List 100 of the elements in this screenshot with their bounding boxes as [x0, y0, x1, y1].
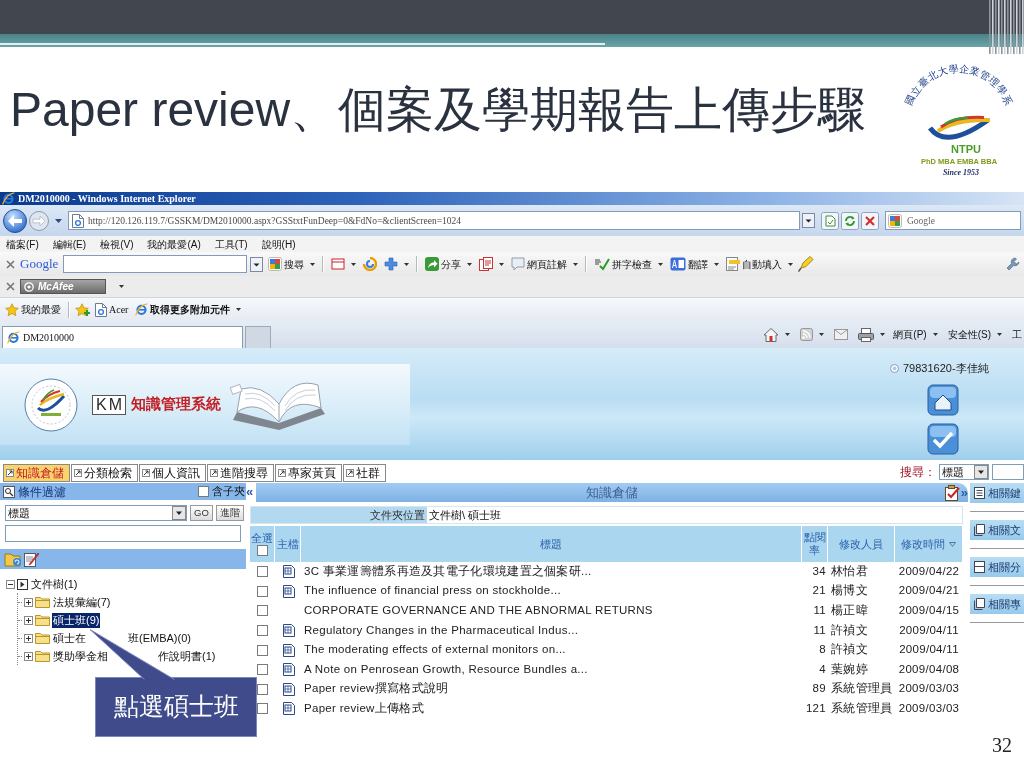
- edit-icon[interactable]: [24, 551, 39, 567]
- row-checkbox[interactable]: [257, 625, 268, 637]
- favorite-link[interactable]: Acer: [93, 299, 131, 320]
- feed-icon[interactable]: [800, 328, 814, 341]
- row-checkbox[interactable]: [257, 664, 268, 676]
- mail-icon[interactable]: [834, 329, 849, 340]
- document-icon[interactable]: [281, 682, 295, 696]
- document-icon[interactable]: [281, 702, 295, 716]
- row-checkbox[interactable]: [257, 644, 268, 656]
- document-title[interactable]: Paper review上傳格式: [304, 702, 424, 716]
- expand-icon[interactable]: [24, 597, 33, 607]
- search-button[interactable]: 搜尋: [266, 254, 318, 274]
- back-icon[interactable]: [3, 208, 27, 233]
- document-title[interactable]: The moderating effects of external monitors on...: [304, 643, 566, 658]
- home-icon[interactable]: [763, 327, 780, 342]
- caret-icon[interactable]: [819, 333, 825, 336]
- menu-item[interactable]: 編輯(E): [52, 236, 87, 252]
- search-field[interactable]: Google: [885, 211, 1021, 230]
- document-icon[interactable]: [281, 643, 295, 657]
- checkbox[interactable]: [198, 486, 209, 497]
- related-tab[interactable]: 相關鍵: [970, 483, 1024, 503]
- related-tab[interactable]: 相關分: [970, 557, 1024, 577]
- home-icon[interactable]: [927, 383, 959, 416]
- safety-menu-button[interactable]: 安全性(S): [945, 324, 1004, 345]
- column-header[interactable]: 修改時間: [901, 537, 945, 551]
- nav-tab[interactable]: 個人資訊: [139, 464, 206, 482]
- favorite-link[interactable]: 取得更多附加元件: [133, 299, 244, 320]
- row-checkbox[interactable]: [257, 585, 268, 597]
- column-header[interactable]: 標題: [540, 537, 562, 551]
- caret-icon[interactable]: [119, 285, 124, 288]
- document-title[interactable]: 3C 事業運籌體系再造及其電子化環境建置之個案研...: [304, 564, 592, 579]
- autofill-button[interactable]: 自動填入: [724, 254, 796, 274]
- tree-item[interactable]: 班(EMBA)(0): [127, 630, 192, 646]
- caret-icon[interactable]: [785, 333, 791, 336]
- page-menu-button[interactable]: 網頁(P): [891, 324, 940, 345]
- check-icon[interactable]: [927, 422, 959, 455]
- add-favorite-icon[interactable]: [75, 302, 90, 317]
- related-tab[interactable]: 相關文: [970, 520, 1024, 540]
- tree-item[interactable]: 文件樹(1): [30, 576, 79, 592]
- printer-icon[interactable]: [858, 327, 875, 342]
- field-dropdown[interactable]: 標題: [5, 505, 187, 521]
- menu-item[interactable]: 檢視(V): [100, 236, 134, 252]
- toolbar-search-field[interactable]: [63, 255, 248, 273]
- close-icon[interactable]: [6, 282, 15, 291]
- nav-tab[interactable]: 進階搜尋: [207, 464, 274, 482]
- row-checkbox[interactable]: [257, 605, 268, 617]
- caret-icon[interactable]: [880, 333, 886, 336]
- document-icon[interactable]: [281, 624, 295, 638]
- document-title[interactable]: CORPORATE GOVERNANCE AND THE ABNORMAL RETURNS: [304, 604, 653, 618]
- close-icon[interactable]: [6, 259, 15, 269]
- clipboard-icon[interactable]: [943, 484, 960, 501]
- compatibility-icon[interactable]: [821, 211, 839, 230]
- stop-icon[interactable]: [861, 211, 879, 230]
- document-title[interactable]: The influence of financial press on stockholde...: [304, 584, 561, 599]
- share-button[interactable]: 分享: [423, 254, 475, 274]
- row-checkbox[interactable]: [257, 703, 268, 715]
- refresh-icon[interactable]: [841, 211, 859, 230]
- tree-item[interactable]: 作說明書(1): [157, 648, 217, 664]
- nav-tab[interactable]: 社群: [343, 464, 386, 482]
- document-title[interactable]: A Note on Penrosean Growth, Resource Bundles a...: [304, 662, 588, 677]
- tools-menu-button[interactable]: 工: [1010, 324, 1024, 345]
- related-tab[interactable]: 相關專: [970, 594, 1024, 614]
- menu-item[interactable]: 說明(H): [261, 236, 296, 252]
- plus-menu-button[interactable]: [382, 254, 412, 274]
- menu-item[interactable]: 工具(T): [214, 236, 248, 252]
- field-dropdown[interactable]: 標題: [939, 464, 989, 480]
- tree-item[interactable]: 法規彙編(7): [52, 594, 112, 610]
- menu-item[interactable]: 我的最愛(A): [147, 236, 201, 252]
- expand-icon[interactable]: [24, 633, 33, 643]
- nav-tab[interactable]: 知識倉儲: [3, 464, 70, 482]
- row-checkbox[interactable]: [257, 566, 268, 578]
- column-header[interactable]: 修改人員: [839, 537, 883, 551]
- highlighter-icon[interactable]: [798, 256, 815, 272]
- keyword-field[interactable]: [5, 525, 241, 542]
- notes-button[interactable]: 網頁註解: [509, 254, 581, 274]
- translate-button[interactable]: 翻譯: [668, 254, 722, 274]
- document-title[interactable]: Paper review撰寫格式說明: [304, 682, 449, 697]
- select-all-checkbox[interactable]: [256, 544, 268, 556]
- mcafee-button[interactable]: McAfee: [20, 279, 106, 294]
- advanced-button[interactable]: 進階: [215, 505, 244, 521]
- caret-icon[interactable]: [55, 218, 62, 223]
- spell-check-button[interactable]: 拼字檢查: [592, 254, 666, 274]
- nav-tab[interactable]: 專家黃頁: [275, 464, 342, 482]
- row-checkbox[interactable]: [257, 683, 268, 695]
- swirl-button[interactable]: [361, 254, 380, 274]
- pages-menu-button[interactable]: [477, 254, 507, 274]
- go-button[interactable]: GO: [190, 505, 213, 521]
- address-field[interactable]: http://120.126.119.7/GSSKM/DM2010000.aspx?GSStxtFunDeep=0&FdNo=&clientScreen=1024: [68, 211, 800, 230]
- document-icon[interactable]: [281, 663, 295, 677]
- document-title[interactable]: Regulatory Changes in the Pharmaceutical Indus...: [304, 623, 579, 638]
- expand-icon[interactable]: [24, 615, 33, 625]
- tree-item[interactable]: 獎助學金相: [52, 648, 109, 664]
- expand-icon[interactable]: [24, 651, 33, 661]
- collapse-toggle[interactable]: «: [246, 483, 256, 502]
- tree-item[interactable]: 碩士在: [52, 630, 87, 646]
- tree-item[interactable]: 碩士班(9): [52, 612, 101, 628]
- wrench-icon[interactable]: [1006, 257, 1020, 271]
- document-icon[interactable]: [281, 565, 295, 579]
- favorites-button[interactable]: 我的最愛: [3, 299, 63, 320]
- browser-tab[interactable]: DM2010000: [2, 326, 243, 348]
